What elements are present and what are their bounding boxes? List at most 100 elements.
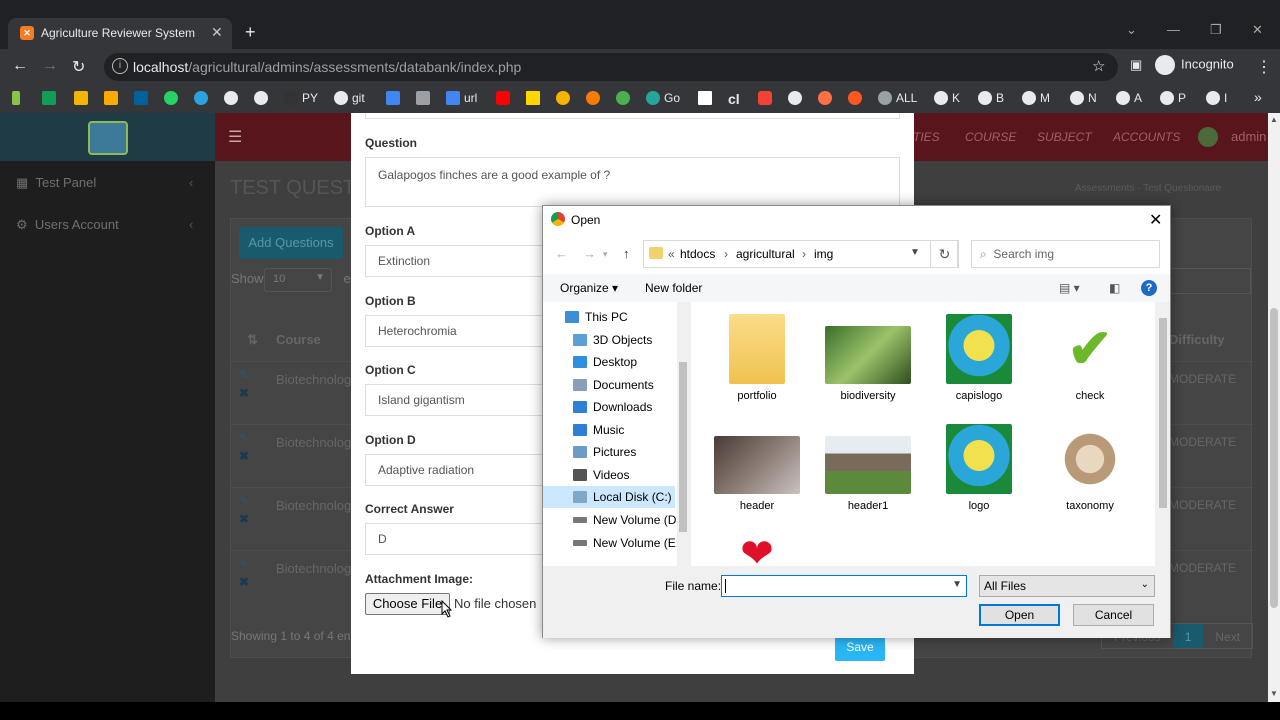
file-item[interactable]: portfolio xyxy=(707,314,807,402)
scroll-thumb[interactable] xyxy=(1270,308,1278,608)
sidebar-item-users-account[interactable]: ⚙ Users Account ‹ xyxy=(16,217,193,233)
bookmark-icon[interactable] xyxy=(698,91,712,105)
close-window-icon[interactable]: ✕ xyxy=(1252,22,1263,38)
edit-icon[interactable]: ✎ xyxy=(239,431,249,445)
path-htdocs[interactable]: htdocs xyxy=(680,247,715,261)
bookmark-star-icon[interactable]: ☆ xyxy=(1092,57,1105,75)
tab-search-icon[interactable]: ⌄ xyxy=(1126,22,1137,38)
up-folder-icon[interactable]: ↑ xyxy=(623,246,630,261)
file-item[interactable]: logo xyxy=(929,424,1029,512)
avatar[interactable] xyxy=(1198,127,1218,147)
scroll-up-icon[interactable]: ▲ xyxy=(1270,115,1278,124)
scroll-thumb[interactable] xyxy=(679,362,687,532)
bookmark-go[interactable]: Go xyxy=(646,91,680,105)
hamburger-menu-icon[interactable]: ☰ xyxy=(228,127,242,147)
column-header-course[interactable]: Course xyxy=(276,332,321,347)
folder-search-input[interactable]: ⌕ Search img xyxy=(971,240,1160,268)
nav-local-disk-c[interactable]: Local Disk (C:) xyxy=(543,486,675,508)
nav-desktop[interactable]: Desktop xyxy=(573,355,637,369)
delete-icon[interactable]: ✖ xyxy=(239,386,249,400)
chevron-down-icon[interactable]: ▼ xyxy=(910,247,920,258)
forward-icon[interactable]: → xyxy=(583,246,596,261)
google-bookmark-icon[interactable] xyxy=(788,91,802,105)
nav-downloads[interactable]: Downloads xyxy=(573,400,652,414)
bookmark-icon[interactable] xyxy=(818,91,832,105)
browser-tab[interactable]: ✕ Agriculture Reviewer System ✕ xyxy=(8,18,232,49)
nav-ties[interactable]: TIES xyxy=(913,130,940,144)
bookmark-git[interactable]: git xyxy=(334,91,365,105)
bookmark-icon[interactable] xyxy=(586,91,600,105)
bookmark-m[interactable]: M xyxy=(1022,91,1050,105)
close-dialog-icon[interactable]: ✕ xyxy=(1149,210,1162,230)
bookmark-b[interactable]: B xyxy=(978,91,1004,105)
file-scrollbar[interactable] xyxy=(1155,302,1170,566)
folder-path-bar[interactable]: « htdocs › agricultural › img ▼ xyxy=(643,240,958,268)
back-icon[interactable]: ← xyxy=(555,246,568,261)
whatsapp-bookmark-icon[interactable] xyxy=(164,91,178,105)
edit-icon[interactable]: ✎ xyxy=(239,368,249,382)
nav-pictures[interactable]: Pictures xyxy=(573,445,636,459)
more-bookmarks-icon[interactable]: » xyxy=(1254,89,1262,105)
file-item[interactable]: header1 xyxy=(818,424,918,512)
bookmark-cl[interactable]: cl xyxy=(728,91,740,107)
nav-subject[interactable]: SUBJECT xyxy=(1037,130,1092,144)
delete-icon[interactable]: ✖ xyxy=(239,449,249,463)
scroll-thumb[interactable] xyxy=(1159,318,1167,508)
user-name[interactable]: admin xyxy=(1231,129,1266,144)
restore-icon[interactable]: ❐ xyxy=(1210,22,1222,38)
bookmark-icon[interactable] xyxy=(758,91,772,105)
bookmark-icon[interactable] xyxy=(526,91,540,105)
nav-videos[interactable]: Videos xyxy=(573,468,629,482)
bookmark-icon[interactable] xyxy=(42,91,56,105)
table-search-input[interactable] xyxy=(1165,268,1251,294)
nav-new-volume-d[interactable]: New Volume (D:) xyxy=(573,513,684,527)
edit-icon[interactable]: ✎ xyxy=(239,494,249,508)
file-type-select[interactable]: All Files ⌄ xyxy=(979,575,1155,597)
next-page-button[interactable]: Next xyxy=(1203,624,1252,648)
bookmark-icon[interactable] xyxy=(556,91,570,105)
file-item[interactable]: ❤ xyxy=(707,534,807,566)
reload-icon[interactable]: ↻ xyxy=(72,57,85,77)
file-item[interactable]: biodiversity xyxy=(818,314,918,402)
bookmark-icon[interactable] xyxy=(848,91,862,105)
menu-kebab-icon[interactable]: ⋮ xyxy=(1256,57,1272,77)
choose-file-button[interactable]: Choose File xyxy=(365,593,450,615)
bookmark-icon[interactable] xyxy=(386,91,400,105)
nav-documents[interactable]: Documents xyxy=(573,378,654,392)
close-tab-icon[interactable]: ✕ xyxy=(211,24,223,41)
sidebar-item-test-panel[interactable]: ▦ Test Panel ‹ xyxy=(16,175,193,191)
bookmark-all[interactable]: ALL xyxy=(878,91,917,105)
sort-icon[interactable]: ⇅ xyxy=(247,332,258,348)
bookmark-icon[interactable] xyxy=(416,91,430,105)
nav-this-pc[interactable]: This PC xyxy=(565,310,628,324)
page-1-button[interactable]: 1 xyxy=(1172,624,1204,648)
chevron-down-icon[interactable]: ▼ xyxy=(952,579,962,590)
new-tab-button[interactable]: + xyxy=(245,22,256,43)
edit-icon[interactable]: ✎ xyxy=(239,557,249,571)
nav-3d-objects[interactable]: 3D Objects xyxy=(573,333,652,347)
bookmark-p[interactable]: P xyxy=(1160,91,1186,105)
back-icon[interactable]: ← xyxy=(12,57,28,75)
open-button[interactable]: Open xyxy=(979,604,1060,626)
bookmark-icon[interactable] xyxy=(74,91,88,105)
question-textarea[interactable]: Galapogos finches are a good example of … xyxy=(365,157,900,207)
bookmark-i[interactable]: I xyxy=(1206,91,1227,105)
bookmark-icon[interactable] xyxy=(616,91,630,105)
new-folder-button[interactable]: New folder xyxy=(645,281,702,295)
path-agricultural[interactable]: agricultural xyxy=(736,247,795,261)
youtube-bookmark-icon[interactable] xyxy=(496,91,510,105)
address-bar[interactable]: i localhost/agricultural/admins/assessme… xyxy=(104,53,1118,81)
google-bookmark-icon[interactable] xyxy=(254,91,268,105)
bookmark-a[interactable]: A xyxy=(1116,91,1142,105)
bookmark-n[interactable]: N xyxy=(1070,91,1097,105)
path-img[interactable]: img xyxy=(814,247,833,261)
file-name-input[interactable]: ▼ xyxy=(721,575,967,597)
preview-pane-icon[interactable]: ◧ xyxy=(1109,281,1120,295)
bookmark-icon[interactable] xyxy=(134,91,148,105)
minimize-icon[interactable]: — xyxy=(1167,22,1180,37)
forward-icon[interactable]: → xyxy=(42,57,58,75)
site-info-icon[interactable]: i xyxy=(112,58,128,74)
nav-music[interactable]: Music xyxy=(573,423,624,437)
cancel-button[interactable]: Cancel xyxy=(1073,604,1154,626)
bookmark-py[interactable]: PY xyxy=(284,91,318,105)
